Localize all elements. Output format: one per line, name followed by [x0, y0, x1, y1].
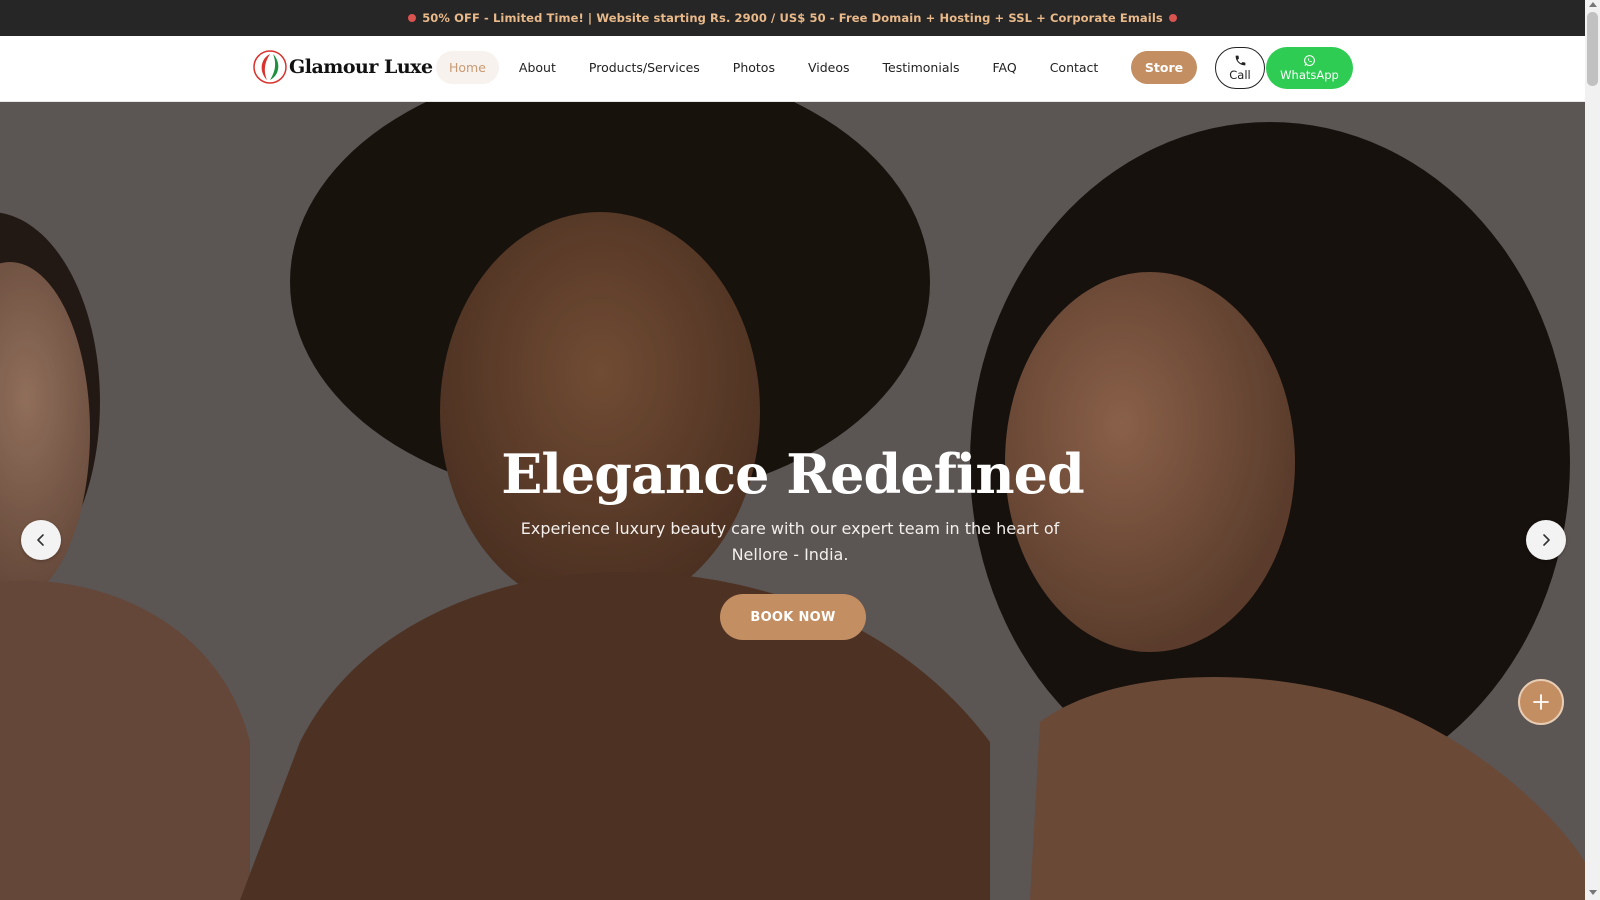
nav-item-testimonials[interactable]: Testimonials: [870, 51, 973, 84]
promo-dot-left: [408, 14, 417, 22]
whatsapp-button[interactable]: WhatsApp: [1266, 47, 1353, 89]
scroll-down-arrow-icon[interactable]: [1589, 890, 1597, 895]
promo-dot-right: [1168, 14, 1177, 22]
call-label: Call: [1229, 68, 1251, 82]
call-button[interactable]: Call: [1215, 47, 1265, 89]
brand-name: Glamour Luxe: [289, 56, 433, 78]
book-now-button[interactable]: BOOK NOW: [720, 594, 866, 640]
nav-item-photos[interactable]: Photos: [720, 51, 788, 84]
navbar: Glamour Luxe Home About Products/Service…: [0, 36, 1585, 102]
nav-item-videos[interactable]: Videos: [795, 51, 863, 84]
nav-item-contact[interactable]: Contact: [1037, 51, 1112, 84]
chevron-right-icon: [1543, 534, 1550, 546]
nav-item-faq[interactable]: FAQ: [979, 51, 1029, 84]
brand-logo[interactable]: Glamour Luxe: [253, 50, 433, 84]
promo-bar: 50% OFF - Limited Time! | Website starti…: [0, 0, 1585, 36]
nav-item-about[interactable]: About: [506, 51, 569, 84]
leaf-logo-icon: [253, 50, 287, 84]
nav-item-home[interactable]: Home: [436, 51, 499, 84]
hero-subtitle: Experience luxury beauty care with our e…: [520, 519, 1060, 564]
hero-slider: Elegance Redefined Experience luxury bea…: [0, 102, 1585, 900]
promo-text: 50% OFF - Limited Time! | Website starti…: [422, 11, 1163, 25]
main-nav: Home About Products/Services Photos Vide…: [436, 51, 1118, 84]
scroll-thumb[interactable]: [1587, 12, 1598, 86]
whatsapp-label: WhatsApp: [1280, 68, 1339, 82]
hero-title: Elegance Redefined: [501, 442, 1085, 506]
page-scrollbar[interactable]: [1585, 0, 1600, 900]
chevron-left-icon: [37, 534, 44, 546]
slider-prev-button[interactable]: [21, 520, 61, 560]
plus-icon: [1533, 694, 1549, 710]
nav-item-products-services[interactable]: Products/Services: [576, 51, 713, 84]
phone-icon: [1235, 55, 1245, 66]
slider-next-button[interactable]: [1526, 520, 1566, 560]
floating-action-button[interactable]: [1518, 679, 1564, 725]
store-button[interactable]: Store: [1131, 51, 1197, 84]
whatsapp-icon: [1304, 55, 1315, 66]
scroll-up-arrow-icon[interactable]: [1589, 2, 1597, 7]
